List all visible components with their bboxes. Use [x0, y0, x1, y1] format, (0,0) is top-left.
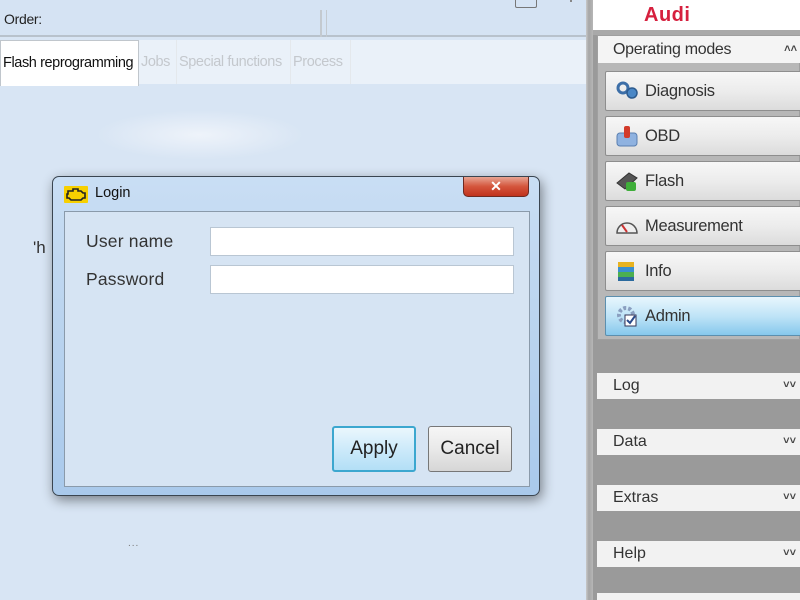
content-highlight [95, 110, 305, 160]
gear-check-icon [615, 304, 639, 328]
tab-jobs[interactable]: Jobs [139, 40, 177, 84]
double-chevron-down-icon[interactable]: ˅˅ [783, 548, 796, 559]
menu-dot-icon [570, 0, 572, 2]
brand-header: Audi [593, 0, 800, 30]
mode-label: OBD [645, 126, 680, 145]
section-label: Help [613, 545, 646, 562]
double-chevron-down-icon[interactable]: ˅˅ [783, 436, 796, 447]
obd-connector-icon [615, 124, 639, 148]
section-extras[interactable]: Extras ˅˅ [597, 485, 800, 511]
flash-chip-icon [615, 169, 639, 193]
order-separator [320, 10, 322, 37]
password-input[interactable] [210, 265, 514, 294]
operating-modes-header[interactable]: Operating modes ˄˄ [598, 36, 800, 63]
password-label: Password [86, 269, 165, 289]
mode-button-admin[interactable]: Admin [605, 296, 800, 336]
stethoscope-icon [615, 79, 639, 103]
background-ellipsis: ... [128, 538, 140, 549]
apply-button[interactable]: Apply [332, 426, 416, 472]
mode-label: Flash [645, 171, 684, 190]
section-data[interactable]: Data ˅˅ [597, 429, 800, 455]
section-partial [597, 593, 800, 600]
mode-label: Admin [645, 306, 691, 325]
mode-button-measurement[interactable]: Measurement [605, 206, 800, 246]
operating-modes-panel: Operating modes ˄˄ Diagnosis OBD Flash M… [597, 35, 800, 340]
tab-process[interactable]: Process [291, 40, 351, 84]
order-bar: Order: [0, 0, 586, 37]
username-label: User name [86, 231, 174, 251]
operating-modes-title: Operating modes [613, 41, 732, 58]
mode-label: Diagnosis [645, 81, 715, 100]
double-chevron-down-icon[interactable]: ˅˅ [783, 380, 796, 391]
right-panel: Audi Operating modes ˄˄ Diagnosis OBD Fl… [593, 0, 800, 600]
books-icon [615, 259, 639, 283]
window-icon[interactable] [515, 0, 537, 8]
mode-button-obd[interactable]: OBD [605, 116, 800, 156]
dialog-body: User name Password Apply Cancel [64, 211, 530, 487]
order-separator [326, 10, 327, 37]
dialog-title: Login [95, 185, 131, 201]
close-button[interactable]: ✕ [463, 177, 529, 197]
section-log[interactable]: Log ˅˅ [597, 373, 800, 399]
section-help[interactable]: Help ˅˅ [597, 541, 800, 567]
section-label: Extras [613, 489, 659, 506]
tab-special-functions[interactable]: Special functions [177, 40, 291, 84]
login-dialog: Login ✕ User name Password Apply Cancel [52, 176, 540, 496]
section-label: Data [613, 433, 647, 450]
mode-button-diagnosis[interactable]: Diagnosis [605, 71, 800, 111]
username-input[interactable] [210, 227, 514, 256]
mode-button-info[interactable]: Info [605, 251, 800, 291]
cancel-button[interactable]: Cancel [428, 426, 512, 472]
brand-logo: Audi [644, 4, 691, 26]
section-label: Log [613, 377, 640, 394]
mode-label: Info [645, 261, 672, 280]
tab-bar: Flash reprogramming Jobs Special functio… [0, 40, 586, 86]
order-label: Order: [4, 11, 42, 27]
background-text: 'h [33, 238, 46, 257]
panel-splitter[interactable] [586, 0, 593, 600]
mode-label: Measurement [645, 216, 743, 235]
double-chevron-down-icon[interactable]: ˅˅ [783, 492, 796, 503]
mode-button-flash[interactable]: Flash [605, 161, 800, 201]
double-chevron-up-icon[interactable]: ˄˄ [784, 44, 797, 55]
gauge-icon [615, 214, 639, 238]
tab-flash-reprogramming[interactable]: Flash reprogramming [0, 40, 139, 86]
engine-warning-icon [64, 186, 88, 203]
